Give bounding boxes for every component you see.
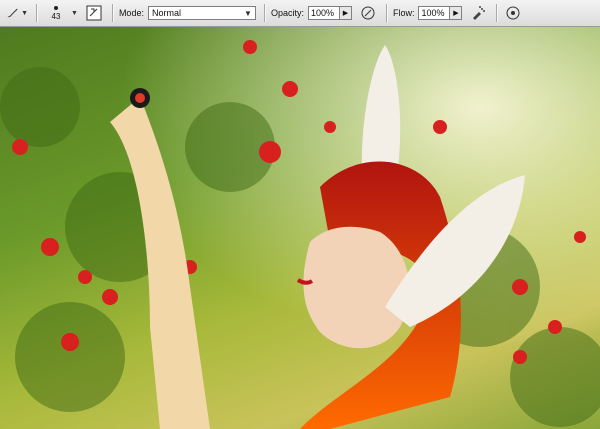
- brush-icon: [7, 8, 18, 18]
- tablet-pressure-size-button[interactable]: [503, 3, 523, 23]
- chevron-down-icon: ▼: [21, 9, 28, 17]
- separator: [385, 4, 387, 22]
- brush-preset-chevron-icon[interactable]: ▼: [71, 10, 78, 17]
- opacity-label: Opacity:: [270, 8, 304, 18]
- flow-field[interactable]: 100%: [418, 6, 451, 20]
- flow-slider-toggle[interactable]: ▶: [450, 6, 463, 20]
- mode-label: Mode:: [118, 8, 144, 18]
- separator: [36, 4, 37, 22]
- tablet-pressure-size-icon: [506, 6, 520, 20]
- face: [303, 226, 410, 349]
- airbrush-icon: [473, 6, 486, 20]
- separator: [496, 4, 498, 22]
- airbrush-button[interactable]: [468, 3, 488, 23]
- canvas-image[interactable]: [0, 27, 600, 429]
- options-bar: ▼ 43 ▼ Mode: Normal ▼ Opacity: 100% ▶ Fl…: [0, 0, 600, 27]
- mode-select[interactable]: Normal ▼: [147, 6, 256, 20]
- separator: [263, 4, 265, 22]
- separator: [111, 4, 113, 22]
- brush-panel-toggle-icon: [86, 5, 102, 21]
- opacity-field[interactable]: 100%: [307, 6, 340, 20]
- mode-value: Normal: [151, 8, 181, 18]
- brush-panel-toggle-button[interactable]: [84, 3, 104, 23]
- flow-label: Flow:: [392, 8, 415, 18]
- brush-preset-picker[interactable]: 43: [43, 5, 69, 21]
- tool-preset-picker[interactable]: ▼: [6, 3, 28, 23]
- brush-tip-icon: [54, 6, 58, 10]
- brush-size-value: 43: [51, 12, 61, 21]
- opacity-slider-toggle[interactable]: ▶: [339, 6, 352, 20]
- artwork: [0, 27, 600, 429]
- chevron-down-icon: ▼: [244, 8, 252, 18]
- tablet-pressure-opacity-icon: [361, 6, 375, 20]
- tablet-pressure-opacity-button[interactable]: [358, 3, 378, 23]
